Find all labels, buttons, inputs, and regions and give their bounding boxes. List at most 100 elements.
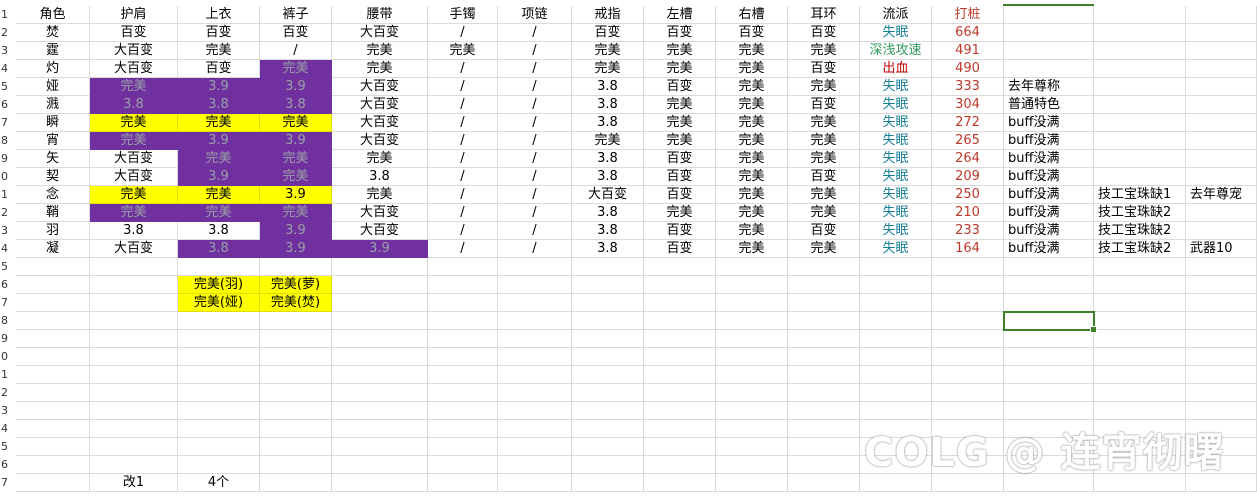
sheet-cell[interactable] xyxy=(1094,294,1186,312)
sheet-cell[interactable] xyxy=(16,366,90,384)
sheet-cell[interactable]: 完美 xyxy=(716,60,788,78)
sheet-cell[interactable] xyxy=(332,420,428,438)
sheet-cell[interactable] xyxy=(716,420,788,438)
sheet-cell[interactable] xyxy=(644,456,716,474)
row-number[interactable]: 8 xyxy=(0,312,17,330)
sheet-cell[interactable] xyxy=(16,276,90,294)
sheet-cell[interactable]: 完美 xyxy=(260,60,332,78)
row-number[interactable]: 8 xyxy=(0,132,17,150)
sheet-cell[interactable] xyxy=(260,330,332,348)
sheet-cell[interactable]: 3.9 xyxy=(260,222,332,240)
sheet-cell[interactable]: 凝 xyxy=(16,240,90,258)
sheet-cell[interactable] xyxy=(860,366,932,384)
sheet-cell[interactable] xyxy=(788,366,860,384)
sheet-cell[interactable] xyxy=(498,348,572,366)
sheet-cell[interactable]: 失眠 xyxy=(860,204,932,222)
row-number[interactable]: 5 xyxy=(0,258,17,276)
sheet-cell[interactable]: 百变 xyxy=(644,222,716,240)
sheet-cell[interactable] xyxy=(1186,402,1257,420)
sheet-cell[interactable]: 3.9 xyxy=(260,240,332,258)
sheet-cell[interactable] xyxy=(260,456,332,474)
sheet-cell[interactable]: / xyxy=(428,24,498,42)
sheet-cell[interactable]: 完美 xyxy=(788,42,860,60)
sheet-cell[interactable]: 大百变 xyxy=(332,24,428,42)
sheet-cell[interactable] xyxy=(498,384,572,402)
sheet-cell[interactable]: 羽 xyxy=(16,222,90,240)
sheet-cell[interactable]: 失眠 xyxy=(860,168,932,186)
sheet-cell[interactable] xyxy=(332,312,428,330)
sheet-cell[interactable] xyxy=(572,456,644,474)
sheet-cell[interactable]: 3.8 xyxy=(90,222,178,240)
sheet-cell[interactable] xyxy=(498,456,572,474)
column-header-cell[interactable] xyxy=(1186,6,1257,24)
sheet-cell[interactable]: 百变 xyxy=(788,24,860,42)
sheet-cell[interactable]: 百变 xyxy=(788,60,860,78)
sheet-cell[interactable]: 209 xyxy=(932,168,1004,186)
sheet-cell[interactable] xyxy=(16,456,90,474)
sheet-cell[interactable] xyxy=(1004,258,1094,276)
sheet-cell[interactable]: 完美 xyxy=(332,60,428,78)
sheet-cell[interactable]: 3.8 xyxy=(572,96,644,114)
sheet-cell[interactable]: 完美 xyxy=(716,168,788,186)
sheet-cell[interactable] xyxy=(1094,78,1186,96)
sheet-cell[interactable]: 完美 xyxy=(572,42,644,60)
row-number[interactable]: 4 xyxy=(0,420,17,438)
sheet-cell[interactable]: / xyxy=(498,204,572,222)
sheet-cell[interactable]: / xyxy=(498,132,572,150)
sheet-cell[interactable] xyxy=(644,420,716,438)
sheet-cell[interactable] xyxy=(644,438,716,456)
sheet-cell[interactable]: 深浅攻速 xyxy=(860,42,932,60)
sheet-cell[interactable]: 百变 xyxy=(644,150,716,168)
sheet-cell[interactable] xyxy=(644,384,716,402)
sheet-cell[interactable] xyxy=(178,438,260,456)
sheet-cell[interactable] xyxy=(16,402,90,420)
sheet-cell[interactable]: buff没满 xyxy=(1004,204,1094,222)
sheet-cell[interactable] xyxy=(716,438,788,456)
sheet-cell[interactable] xyxy=(428,330,498,348)
sheet-cell[interactable]: 490 xyxy=(932,60,1004,78)
sheet-cell[interactable] xyxy=(178,384,260,402)
sheet-cell[interactable] xyxy=(1094,258,1186,276)
sheet-cell[interactable] xyxy=(1004,402,1094,420)
sheet-cell[interactable] xyxy=(498,312,572,330)
sheet-cell[interactable]: 大百变 xyxy=(572,186,644,204)
sheet-cell[interactable]: 264 xyxy=(932,150,1004,168)
row-number[interactable]: 2 xyxy=(0,204,17,222)
sheet-cell[interactable]: 灼 xyxy=(16,60,90,78)
sheet-cell[interactable]: 大百变 xyxy=(332,96,428,114)
sheet-cell[interactable] xyxy=(260,312,332,330)
row-number[interactable]: 3 xyxy=(0,222,17,240)
sheet-cell[interactable]: 失眠 xyxy=(860,96,932,114)
sheet-cell[interactable]: / xyxy=(428,132,498,150)
sheet-cell[interactable] xyxy=(90,276,178,294)
sheet-cell[interactable] xyxy=(498,366,572,384)
column-header-cell[interactable]: 角色 xyxy=(16,6,90,24)
sheet-cell[interactable]: 265 xyxy=(932,132,1004,150)
sheet-cell[interactable]: 完美 xyxy=(644,96,716,114)
sheet-cell[interactable] xyxy=(572,366,644,384)
sheet-cell[interactable] xyxy=(644,402,716,420)
sheet-cell[interactable]: 失眠 xyxy=(860,24,932,42)
sheet-cell[interactable] xyxy=(498,276,572,294)
sheet-cell[interactable]: 完美 xyxy=(644,132,716,150)
sheet-cell[interactable]: 完美 xyxy=(716,240,788,258)
sheet-cell[interactable] xyxy=(932,402,1004,420)
sheet-cell[interactable] xyxy=(1186,330,1257,348)
sheet-cell[interactable] xyxy=(1094,330,1186,348)
sheet-cell[interactable]: 百变 xyxy=(644,186,716,204)
sheet-cell[interactable]: 完美(焚) xyxy=(260,294,332,312)
sheet-cell[interactable]: 百变 xyxy=(788,96,860,114)
sheet-cell[interactable]: 3.8 xyxy=(572,168,644,186)
sheet-cell[interactable] xyxy=(1186,78,1257,96)
sheet-cell[interactable] xyxy=(932,276,1004,294)
sheet-cell[interactable] xyxy=(332,456,428,474)
sheet-cell[interactable]: 完美 xyxy=(332,186,428,204)
sheet-cell[interactable] xyxy=(1186,150,1257,168)
sheet-cell[interactable] xyxy=(716,330,788,348)
sheet-cell[interactable]: 272 xyxy=(932,114,1004,132)
sheet-cell[interactable]: 完美 xyxy=(716,96,788,114)
sheet-cell[interactable] xyxy=(932,330,1004,348)
sheet-cell[interactable] xyxy=(16,438,90,456)
sheet-cell[interactable]: 304 xyxy=(932,96,1004,114)
sheet-cell[interactable] xyxy=(260,420,332,438)
